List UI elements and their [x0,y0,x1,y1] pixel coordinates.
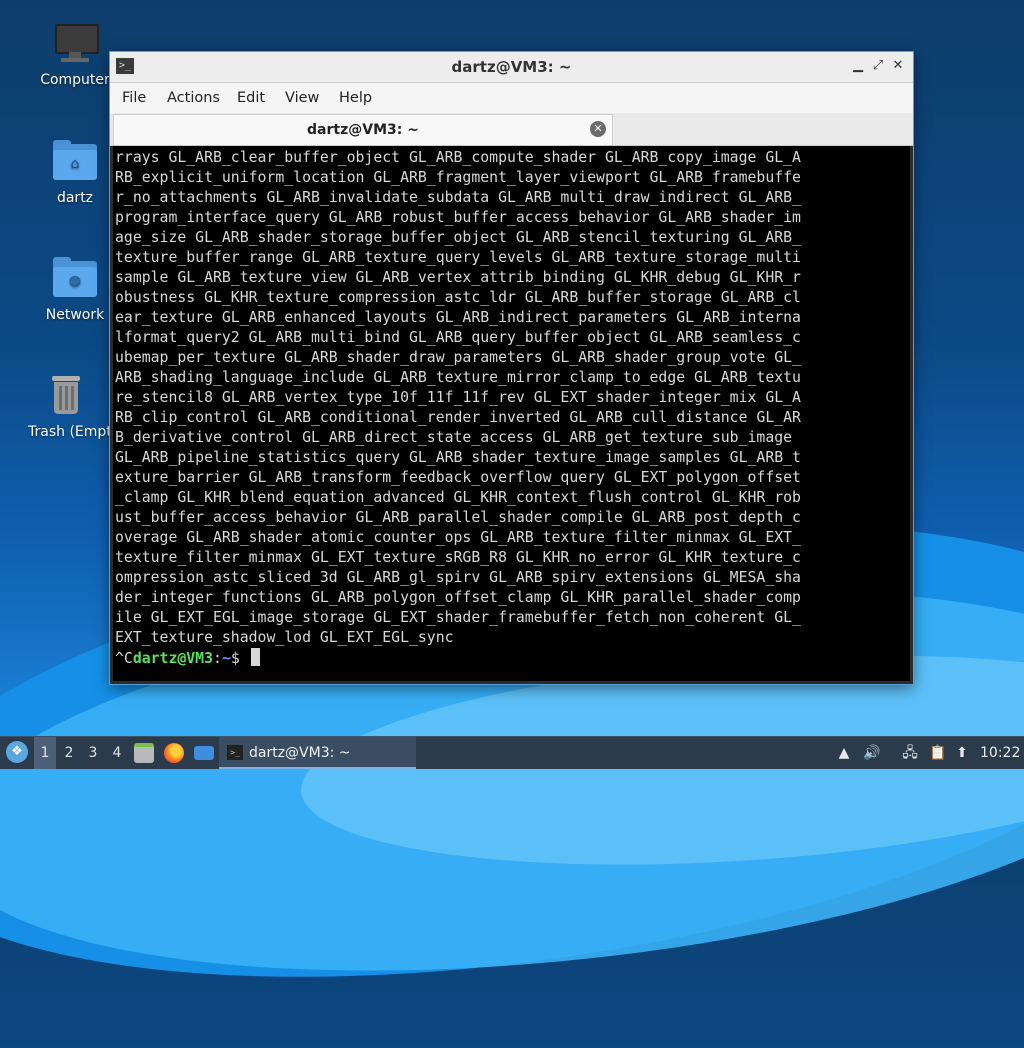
terminal-icon: >_ [227,745,243,760]
clock[interactable]: 10:22 [980,737,1020,769]
terminal-output[interactable]: rrays GL_ARB_clear_buffer_object GL_ARB_… [113,146,910,681]
network-icon[interactable]: 🖧 [900,743,920,763]
terminal-line: EXT_texture_shadow_lod GL_EXT_EGL_sync [115,629,454,646]
prompt-symbol: $ [230,650,249,667]
tab-terminal[interactable]: dartz@VM3: ~ ✕ [113,114,613,145]
update-notifier-icon[interactable]: ⬆ [952,743,972,763]
tab-label: dartz@VM3: ~ [307,122,419,138]
maximize-button[interactable]: ⤢ [868,56,888,76]
workspace-3[interactable]: 3 [82,737,104,769]
terminal-line: ompression_astc_sliced_3d GL_ARB_gl_spir… [115,569,801,586]
terminal-line: ust_buffer_access_behavior GL_ARB_parall… [115,509,801,526]
firefox-icon[interactable] [164,743,184,763]
menu-edit[interactable]: Edit [237,83,265,113]
terminal-line: der_integer_functions GL_ARB_polygon_off… [115,589,801,606]
close-button[interactable]: ✕ [888,56,908,76]
menu-file[interactable]: File [122,83,146,113]
terminal-line: age_size GL_ARB_shader_storage_buffer_ob… [115,229,801,246]
prompt-line: ^Cdartz@VM3:~$ [115,648,910,668]
workspace-1[interactable]: 1 [34,737,56,769]
terminal-line: _clamp GL_KHR_blend_equation_advanced GL… [115,489,801,506]
file-manager-icon[interactable] [134,743,154,763]
terminal-line: RB_explicit_uniform_location GL_ARB_frag… [115,169,801,186]
workspace-4[interactable]: 4 [106,737,128,769]
terminal-line: overage GL_ARB_shader_atomic_counter_ops… [115,529,801,546]
desktop-icon-label: Trash (Empty) [28,424,110,440]
clipboard-icon[interactable]: 📋 [928,743,948,763]
terminal-line: obustness GL_KHR_texture_compression_ast… [115,289,801,306]
terminal-line: rrays GL_ARB_clear_buffer_object GL_ARB_… [115,149,801,166]
taskbar: ❖ 1 2 3 4 >_ dartz@VM3: ~ ▲ 🔊 🖧 📋 ⬆ 10:2… [0,736,1024,769]
terminal-line: ile GL_EXT_EGL_image_storage GL_EXT_shad… [115,609,801,626]
show-desktop-icon[interactable] [194,746,214,760]
terminal-line: texture_filter_minmax GL_EXT_texture_sRG… [115,549,801,566]
start-menu-icon[interactable]: ❖ [6,741,28,763]
interrupt-echo: ^C [115,650,133,667]
terminal-line: RB_clip_control GL_ARB_conditional_rende… [115,409,801,426]
terminal-line: exture_barrier GL_ARB_transform_feedback… [115,469,801,486]
network-folder-icon: ◍ [51,255,99,303]
window-title: dartz@VM3: ~ [451,58,572,76]
terminal-line: ear_texture GL_ARB_enhanced_layouts GL_A… [115,309,801,326]
text-cursor [250,648,260,666]
workspace-2[interactable]: 2 [58,737,80,769]
prompt-path: ~ [221,650,231,667]
tab-bar: dartz@VM3: ~ ✕ [110,113,913,146]
menu-actions[interactable]: Actions [167,83,220,113]
terminal-window: >_ dartz@VM3: ~ ▁ ⤢ ✕ File Actions Edit … [110,52,913,684]
terminal-line: B_derivative_control GL_ARB_direct_state… [115,429,793,446]
terminal-line: sample GL_ARB_texture_view GL_ARB_vertex… [115,269,801,286]
menu-bar: File Actions Edit View Help [110,83,913,113]
terminal-line: texture_buffer_range GL_ARB_texture_quer… [115,249,801,266]
prompt-separator: : [213,650,222,667]
terminal-line: lformat_query2 GL_ARB_multi_bind GL_ARB_… [115,329,801,346]
terminal-line: GL_ARB_pipeline_statistics_query GL_ARB_… [115,449,801,466]
computer-icon [51,20,99,68]
terminal-line: ubemap_per_texture GL_ARB_shader_draw_pa… [115,349,801,366]
minimize-button[interactable]: ▁ [848,56,868,76]
home-folder-icon: ⌂ [51,138,99,186]
task-label: dartz@VM3: ~ [249,745,351,761]
volume-icon[interactable]: 🔊 [862,743,882,763]
terminal-line: r_no_attachments GL_ARB_invalidate_subda… [115,189,801,206]
terminal-line: program_interface_query GL_ARB_robust_bu… [115,209,801,226]
taskbar-task-terminal[interactable]: >_ dartz@VM3: ~ [219,737,416,769]
removable-media-icon[interactable]: ▲ [834,743,854,763]
trash-icon [42,372,90,420]
tab-close-icon[interactable]: ✕ [590,121,606,137]
menu-view[interactable]: View [285,83,319,113]
menu-help[interactable]: Help [339,83,372,113]
terminal-line: ARB_shading_language_include GL_ARB_text… [115,369,801,386]
window-titlebar[interactable]: >_ dartz@VM3: ~ ▁ ⤢ ✕ [110,52,913,83]
desktop-icon-trash[interactable]: Trash (Empty) [22,372,110,440]
prompt-user: dartz@VM3 [132,650,214,667]
terminal-line: re_stencil8 GL_ARB_vertex_type_10f_11f_1… [115,389,801,406]
